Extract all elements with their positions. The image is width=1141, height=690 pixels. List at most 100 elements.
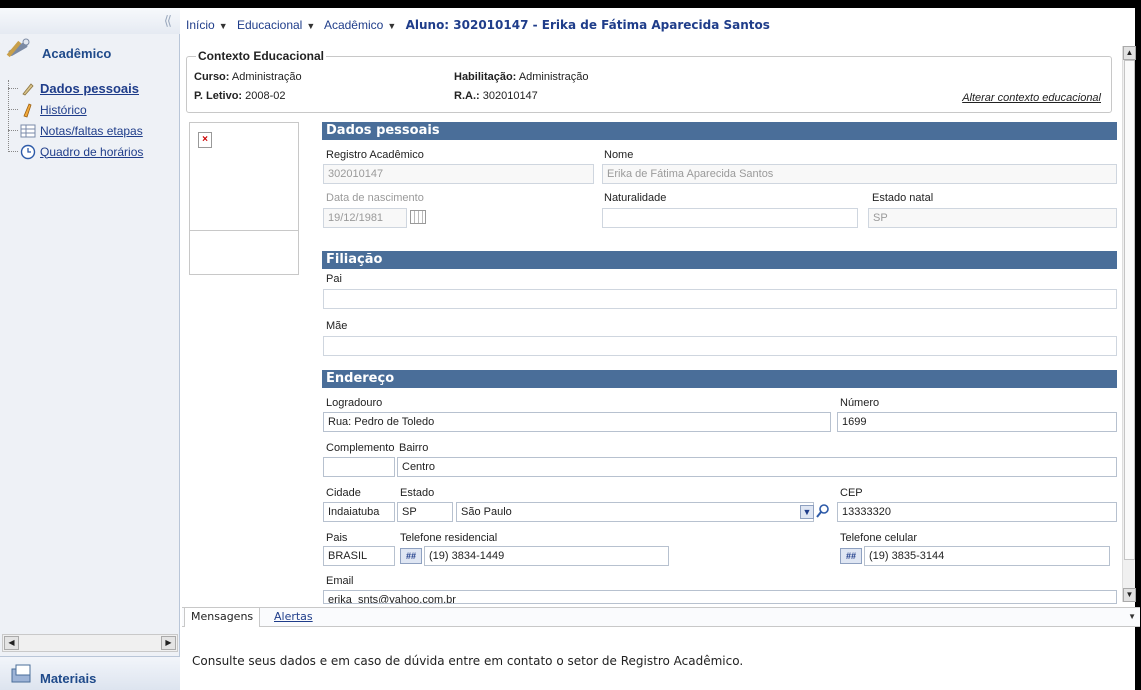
sidebar-header: Acadêmico [6,36,111,62]
email-label: Email [326,575,354,587]
phone-format-icon[interactable]: ## [840,548,862,564]
bairro-label: Bairro [399,442,429,454]
tel-res-field[interactable]: (19) 3834-1449 [424,546,669,566]
scroll-left-arrow-icon[interactable]: ◀ [4,636,19,650]
materiais-title: Materiais [40,671,97,686]
naturalidade-field[interactable] [602,208,858,228]
curso-info: Curso: Administração [194,71,302,83]
sidebar-item-label[interactable]: Histórico [40,103,87,117]
sidebar-materiais-section[interactable]: Materiais [0,656,180,690]
ra-label: R.A.: [454,90,480,102]
cep-field[interactable]: 13333320 [837,502,1117,522]
scroll-right-arrow-icon[interactable]: ▶ [161,636,176,650]
cidade-label: Cidade [326,487,361,499]
numero-field[interactable]: 1699 [837,412,1117,432]
sidebar: ⟨⟨ Acadêmico Dados pessoais Histórico No… [0,8,180,690]
search-icon[interactable] [816,503,830,519]
sidebar-item-dados-pessoais[interactable]: Dados pessoais [8,78,143,99]
phone-format-icon[interactable]: ## [400,548,422,564]
curso-value: Administração [231,71,302,83]
section-dados-pessoais: Dados pessoais [322,122,1117,140]
chevron-down-icon[interactable]: ▼ [1128,612,1136,621]
periodo-value: 2008-02 [245,90,286,102]
sidebar-tree: Dados pessoais Histórico Notas/faltas et… [8,78,143,162]
student-photo-frame: × [189,122,299,275]
clock-icon [20,144,36,160]
breadcrumb-current: Aluno: 302010147 - Erika de Fátima Apare… [405,18,770,32]
contexto-educacional-legend: Contexto Educacional [196,49,327,63]
window-right-border [1135,0,1141,690]
cidade-field[interactable]: Indaiatuba [323,502,395,522]
email-field[interactable]: erika_snts@yahoo.com.br [323,590,1117,604]
logradouro-label: Logradouro [326,397,383,409]
sidebar-item-quadro-horarios[interactable]: Quadro de horários [8,141,143,162]
student-photo: × [190,123,298,231]
window-top-border [0,0,1141,8]
breadcrumb-academico[interactable]: Acadêmico [324,18,383,32]
bairro-field[interactable]: Centro [397,457,1117,477]
naturalidade-label: Naturalidade [604,192,667,204]
scroll-up-arrow-icon[interactable]: ▲ [1123,46,1136,60]
scroll-down-arrow-icon[interactable]: ▼ [1123,588,1136,602]
main-vertical-scrollbar[interactable]: ▲ ▼ [1122,46,1136,602]
collapse-sidebar-button[interactable]: ⟨⟨ [164,13,172,29]
tel-cel-field[interactable]: (19) 3835-3144 [864,546,1110,566]
pais-label: Pais [326,532,348,544]
tel-res-label: Telefone residencial [400,532,498,544]
pai-field[interactable] [323,289,1117,309]
complemento-field[interactable] [323,457,395,477]
nascimento-label: Data de nascimento [326,192,424,204]
chevron-down-icon[interactable]: ▼ [387,21,396,31]
bottom-tabs: Mensagens Alertas ▼ [182,607,1140,627]
nascimento-field: 19/12/1981 [323,208,407,228]
pai-label: Pai [326,273,342,285]
mae-label: Mãe [326,320,348,332]
chevron-down-icon[interactable]: ▼ [800,505,814,519]
breadcrumb-inicio[interactable]: Início [186,18,215,32]
academic-tools-icon [6,36,34,62]
curso-label: Curso: [194,71,230,83]
alterar-contexto-link[interactable]: Alterar contexto educacional [962,92,1101,104]
breadcrumb-educacional[interactable]: Educacional [237,18,302,32]
sidebar-item-label[interactable]: Quadro de horários [40,145,143,159]
mae-field[interactable] [323,336,1117,356]
table-icon [20,123,36,139]
estado-natal-label: Estado natal [872,192,934,204]
estado-natal-field: SP [868,208,1117,228]
sidebar-item-historico[interactable]: Histórico [8,99,143,120]
periodo-label: P. Letivo: [194,90,243,102]
registro-field: 302010147 [323,164,594,184]
estado-uf-field[interactable]: SP [397,502,453,522]
complemento-label: Complemento [326,442,395,454]
periodo-info: P. Letivo: 2008-02 [194,90,286,102]
materials-icon [10,663,34,688]
tab-mensagens[interactable]: Mensagens [184,608,261,627]
tel-cel-label: Telefone celular [840,532,918,544]
pais-field[interactable]: BRASIL [323,546,395,566]
nome-field: Erika de Fátima Aparecida Santos [602,164,1117,184]
chevron-down-icon[interactable]: ▼ [219,21,228,31]
section-filiacao: Filiação [322,251,1117,269]
info-message: Consulte seus dados e em caso de dúvida … [192,654,744,668]
pencil-icon [20,102,36,118]
estado-label: Estado [400,487,435,499]
sidebar-horizontal-scrollbar[interactable]: ◀ ▶ [2,634,178,652]
sidebar-item-label[interactable]: Notas/faltas etapas [40,124,143,138]
cep-label: CEP [840,487,863,499]
estado-select[interactable]: São Paulo [456,502,814,522]
sidebar-item-label[interactable]: Dados pessoais [40,81,139,96]
ra-info: R.A.: 302010147 [454,90,538,102]
sidebar-collapse-bar: ⟨⟨ [0,8,180,34]
nome-label: Nome [604,149,634,161]
chevron-down-icon[interactable]: ▼ [306,21,315,31]
logradouro-field[interactable]: Rua: Pedro de Toledo [323,412,831,432]
sidebar-title: Acadêmico [42,45,112,61]
scrollbar-thumb[interactable] [1124,60,1135,560]
calendar-icon[interactable] [410,210,426,224]
ra-value: 302010147 [482,90,538,102]
tab-alertas[interactable]: Alertas [268,608,319,627]
sidebar-item-notas-faltas[interactable]: Notas/faltas etapas [8,120,143,141]
section-endereco: Endereço [322,370,1117,388]
broken-image-icon: × [198,132,212,148]
habilitacao-info: Habilitação: Administração [454,71,589,83]
